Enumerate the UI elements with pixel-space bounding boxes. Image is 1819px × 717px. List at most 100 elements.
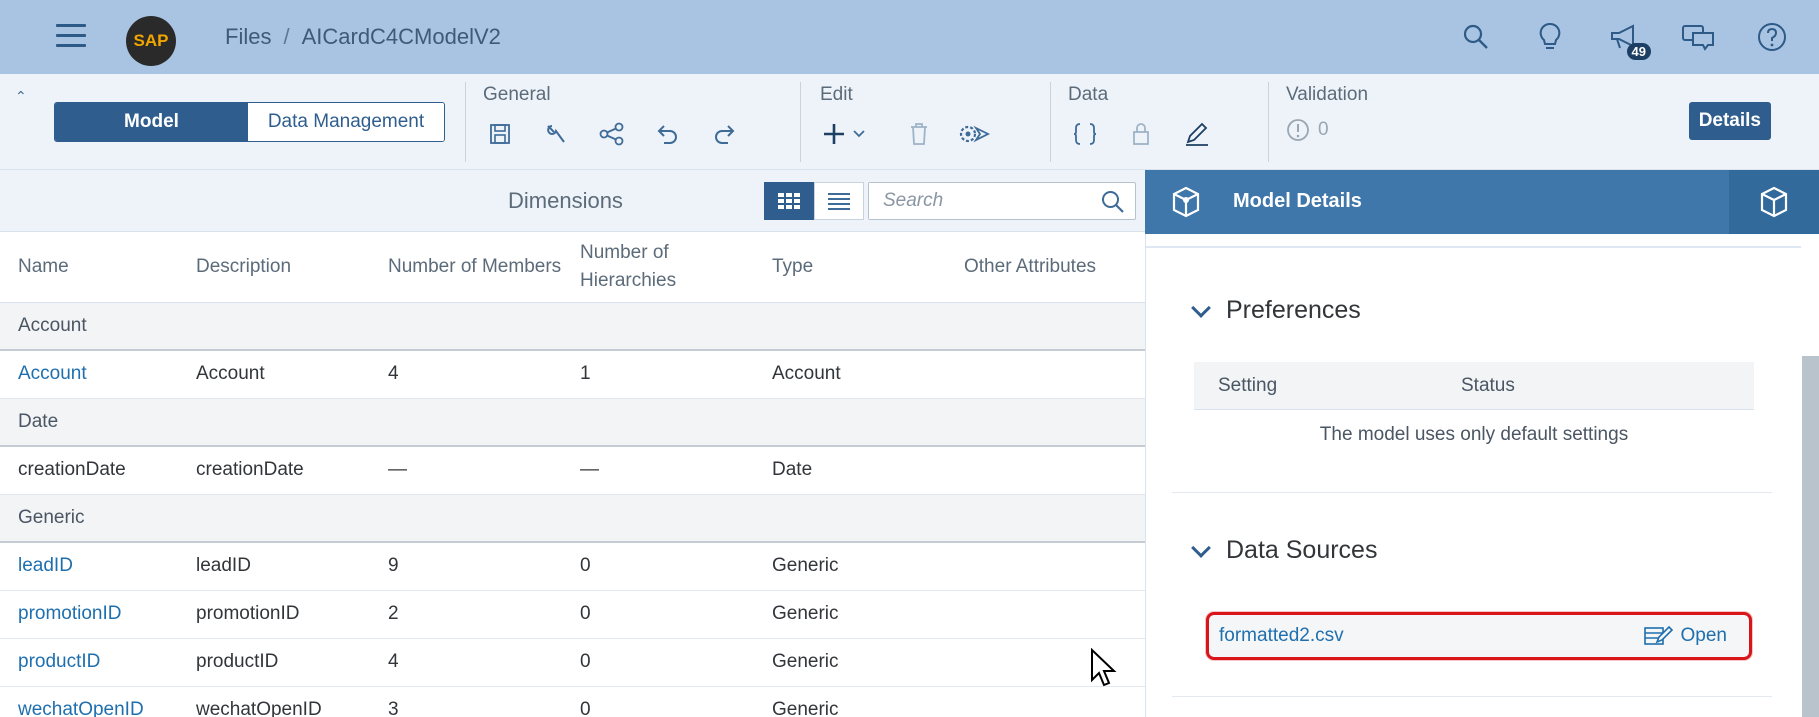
table-header-row: Name Description Number of Members Numbe… — [0, 232, 1145, 303]
dimension-hierarchies: 1 — [562, 350, 754, 399]
model-toolbar: ⌃ Model Data Management General Edit Dat… — [0, 74, 1819, 170]
sap-logo[interactable]: SAP — [126, 16, 176, 66]
dimension-other-attributes — [946, 590, 1145, 639]
breadcrumb-model: AICardC4CModelV2 — [301, 24, 501, 49]
dimension-name: creationDate — [0, 446, 178, 495]
dimension-name-link[interactable]: leadID — [0, 542, 178, 591]
dimension-name-link[interactable]: productID — [0, 638, 178, 687]
dimension-type: Account — [754, 350, 946, 399]
toolbar-divider — [1050, 82, 1051, 162]
dimension-members: 2 — [370, 590, 562, 639]
table-row[interactable]: promotionID promotionID 2 0 Generic — [0, 590, 1145, 639]
dimension-type: Date — [754, 446, 946, 495]
dimension-description: leadID — [178, 542, 370, 591]
share-icon[interactable] — [595, 118, 629, 150]
column-header-setting: Setting — [1218, 374, 1278, 396]
open-edit-icon — [1643, 625, 1673, 645]
dimension-hierarchies: 0 — [562, 638, 754, 687]
undo-icon[interactable] — [651, 118, 685, 150]
cube-icon — [1171, 186, 1201, 223]
lock-icon[interactable] — [1124, 118, 1158, 150]
collapse-toolbar-icon[interactable]: ⌃ — [15, 88, 27, 105]
open-data-source-button[interactable]: Open — [1643, 624, 1727, 648]
breadcrumb-files[interactable]: Files — [225, 24, 271, 50]
table-row[interactable]: productID productID 4 0 Generic — [0, 638, 1145, 687]
hamburger-menu-icon[interactable] — [56, 24, 86, 50]
table-row[interactable]: Account Account 4 1 Account — [0, 350, 1145, 399]
data-sources-section-header[interactable]: Data Sources — [1191, 536, 1378, 565]
add-dropdown-icon[interactable] — [820, 118, 880, 150]
dimension-description: creationDate — [178, 446, 370, 495]
dimension-name-link[interactable]: wechatOpenID — [0, 686, 178, 717]
group-label: Date — [0, 398, 1145, 447]
table-row[interactable]: leadID leadID 9 0 Generic — [0, 542, 1145, 591]
search-field — [868, 182, 1136, 220]
model-details-header: Model Details — [1145, 170, 1819, 234]
chevron-down-icon — [1191, 537, 1211, 558]
edit-pen-icon[interactable] — [1180, 118, 1214, 150]
data-audit-icon[interactable] — [958, 118, 992, 150]
model-details-toggle-icon[interactable] — [1729, 170, 1819, 234]
search-icon[interactable] — [1459, 20, 1493, 54]
dimension-members: 4 — [370, 350, 562, 399]
wrench-icon[interactable] — [539, 118, 573, 150]
validation-status[interactable]: 0 — [1286, 118, 1368, 142]
dimension-hierarchies: 0 — [562, 542, 754, 591]
dimension-hierarchies: 0 — [562, 590, 754, 639]
dimension-description: wechatOpenID — [178, 686, 370, 717]
redo-icon[interactable] — [707, 118, 741, 150]
group-row-generic: Generic — [0, 494, 1145, 543]
megaphone-icon[interactable]: 49 — [1607, 20, 1651, 60]
model-details-title: Model Details — [1233, 190, 1362, 212]
panel-scrollbar[interactable] — [1802, 356, 1819, 717]
open-label: Open — [1680, 625, 1727, 646]
table-row[interactable]: creationDate creationDate — — Date — [0, 446, 1145, 495]
chevron-down-icon — [1191, 297, 1211, 318]
section-divider — [1172, 492, 1772, 493]
preferences-table: Setting Status The model uses only defau… — [1194, 362, 1754, 460]
dimension-other-attributes — [946, 446, 1145, 495]
breadcrumb-separator: / — [283, 24, 290, 49]
group-label-general: General — [483, 84, 551, 105]
tab-model[interactable]: Model — [55, 103, 248, 141]
column-header-name[interactable]: Name — [0, 232, 178, 303]
formula-braces-icon[interactable] — [1068, 118, 1102, 150]
breadcrumb: Files / AICardC4CModelV2 — [225, 24, 501, 50]
dimension-description: productID — [178, 638, 370, 687]
list-view-icon[interactable] — [814, 182, 864, 220]
table-row[interactable]: wechatOpenID wechatOpenID 3 0 Generic — [0, 686, 1145, 717]
group-label-data: Data — [1068, 84, 1109, 105]
view-toggle — [764, 182, 864, 220]
search-icon[interactable] — [1101, 190, 1125, 219]
notification-badge: 49 — [1626, 43, 1651, 60]
dimension-name-link[interactable]: promotionID — [0, 590, 178, 639]
chat-icon[interactable] — [1681, 20, 1715, 54]
column-header-other-attributes[interactable]: Other Attributes — [946, 232, 1145, 303]
details-button[interactable]: Details — [1688, 102, 1771, 140]
preferences-heading: Preferences — [1226, 296, 1361, 324]
dimension-other-attributes — [946, 542, 1145, 591]
data-sources-heading: Data Sources — [1226, 536, 1378, 564]
group-label: Account — [0, 302, 1145, 351]
preferences-section-header[interactable]: Preferences — [1191, 296, 1361, 325]
toolbar-divider — [1268, 82, 1269, 162]
column-header-members[interactable]: Number of Members — [370, 232, 562, 303]
shell-bar: SAP Files / AICardC4CModelV2 49 — [0, 0, 1819, 74]
data-source-row[interactable]: formatted2.csv Open — [1206, 612, 1752, 660]
data-source-filename[interactable]: formatted2.csv — [1219, 625, 1344, 647]
dimension-hierarchies: 0 — [562, 686, 754, 717]
lightbulb-icon[interactable] — [1533, 20, 1567, 54]
column-header-type[interactable]: Type — [754, 232, 946, 303]
save-icon[interactable] — [483, 118, 517, 150]
preferences-table-header: Setting Status — [1194, 362, 1754, 410]
column-header-hierarchies[interactable]: Number of Hierarchies — [562, 232, 754, 303]
search-input[interactable] — [869, 183, 1089, 219]
panel-divider — [1146, 246, 1801, 248]
help-icon[interactable] — [1755, 20, 1789, 54]
delete-icon[interactable] — [902, 118, 936, 150]
dimension-name-link[interactable]: Account — [0, 350, 178, 399]
tab-data-management[interactable]: Data Management — [248, 103, 444, 141]
dimension-type: Generic — [754, 542, 946, 591]
column-header-description[interactable]: Description — [178, 232, 370, 303]
grid-view-icon[interactable] — [764, 182, 814, 220]
